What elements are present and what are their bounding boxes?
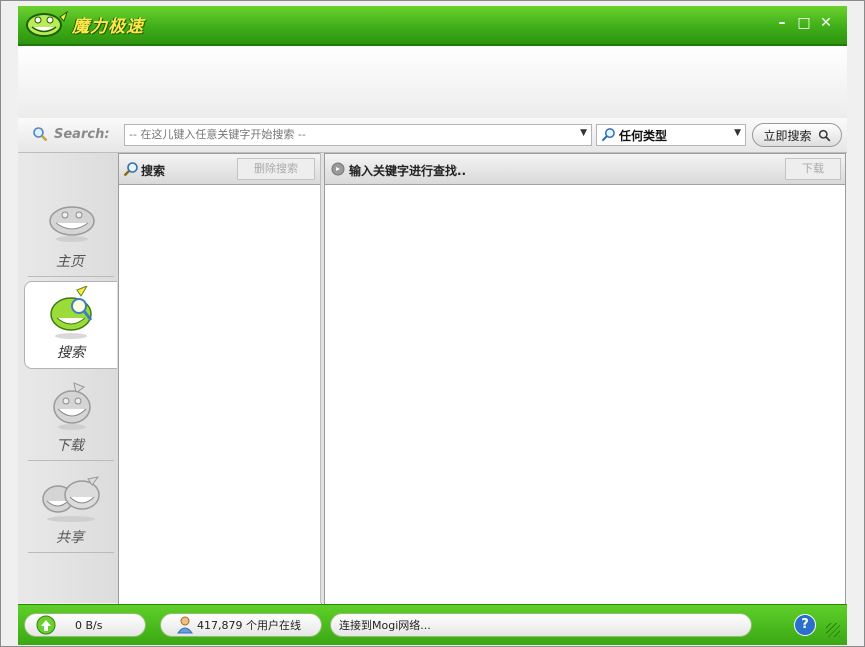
results-header: 输入关键字进行查找.. 下载 xyxy=(325,154,845,185)
online-users-text: 417,879 个用户在线 xyxy=(197,619,301,632)
nav-item-share[interactable]: 共享 xyxy=(24,467,116,553)
close-button[interactable]: ✕ xyxy=(816,14,836,32)
user-icon xyxy=(177,616,193,634)
connection-status: 连接到Mogi网络... xyxy=(330,613,752,637)
resize-grip-icon[interactable] xyxy=(826,623,840,637)
search-list-panel: 搜索 删除搜索 xyxy=(118,153,322,605)
results-title: 输入关键字进行查找.. xyxy=(349,164,467,178)
search-combobox[interactable]: ▼ xyxy=(124,124,592,146)
app-title: 魔力极速 xyxy=(72,16,144,37)
app-logo: 魔力极速 xyxy=(24,8,144,40)
nav-item-home[interactable]: 主页 xyxy=(24,191,116,277)
chevron-down-icon[interactable]: ▼ xyxy=(734,128,741,138)
search-list-title: 搜索 xyxy=(141,164,166,178)
speed-arrow-icon xyxy=(36,615,56,635)
download-button[interactable]: 下载 xyxy=(785,158,841,180)
search-input[interactable] xyxy=(125,125,573,143)
results-panel: 输入关键字进行查找.. 下载 xyxy=(324,153,846,605)
speed-value: 0 B/s xyxy=(75,618,103,632)
speed-indicator: 0 B/s xyxy=(24,613,146,637)
status-bar: 0 B/s 417,879 个用户在线 连接到Mogi网络... ? xyxy=(18,604,847,645)
divider xyxy=(28,460,114,461)
nav-item-label: 搜索 xyxy=(57,345,85,361)
magnifier-icon xyxy=(601,128,615,142)
online-users-indicator: 417,879 个用户在线 xyxy=(160,613,322,637)
download-mascot-icon xyxy=(53,382,91,430)
mascot-logo-icon xyxy=(26,10,68,37)
search-label: Search: xyxy=(32,126,110,142)
chevron-down-icon[interactable]: ▼ xyxy=(580,128,587,138)
search-mascot-icon xyxy=(50,286,93,339)
maximize-button[interactable]: □ xyxy=(794,14,814,32)
search-icon xyxy=(818,129,830,141)
search-list-header: 搜索 删除搜索 xyxy=(119,154,321,185)
type-select-value: 任何类型 xyxy=(619,129,668,143)
nav-item-label: 共享 xyxy=(56,530,84,546)
delete-search-button[interactable]: 删除搜索 xyxy=(237,158,315,180)
search-bar: Search: ▼ 任何类型 ▼ 立即搜索 xyxy=(18,118,847,153)
divider xyxy=(28,276,114,277)
nav-item-search[interactable]: 搜索 xyxy=(24,281,117,369)
nav-item-label: 主页 xyxy=(56,254,84,270)
title-bar[interactable]: 魔力极速 – □ ✕ xyxy=(18,6,847,46)
minimize-button[interactable]: – xyxy=(772,14,792,32)
divider xyxy=(28,552,114,553)
connection-status-text: 连接到Mogi网络... xyxy=(339,619,431,632)
nav-item-download[interactable]: 下载 xyxy=(24,375,116,461)
help-button[interactable]: ? xyxy=(794,614,816,636)
search-now-label: 立即搜索 xyxy=(763,128,812,143)
search-label-text: Search: xyxy=(54,126,110,142)
search-now-button[interactable]: 立即搜索 xyxy=(752,123,842,147)
type-select[interactable]: 任何类型 ▼ xyxy=(596,124,746,146)
home-mascot-icon xyxy=(49,206,95,242)
left-nav: 主页 搜索 下载 共享 xyxy=(18,153,119,603)
nav-item-label: 下载 xyxy=(56,438,84,454)
banner-area xyxy=(18,46,847,119)
info-icon xyxy=(331,162,345,176)
magnifier-icon xyxy=(33,127,48,142)
share-mascot-icon xyxy=(42,476,100,522)
magnifier-icon xyxy=(123,162,138,177)
